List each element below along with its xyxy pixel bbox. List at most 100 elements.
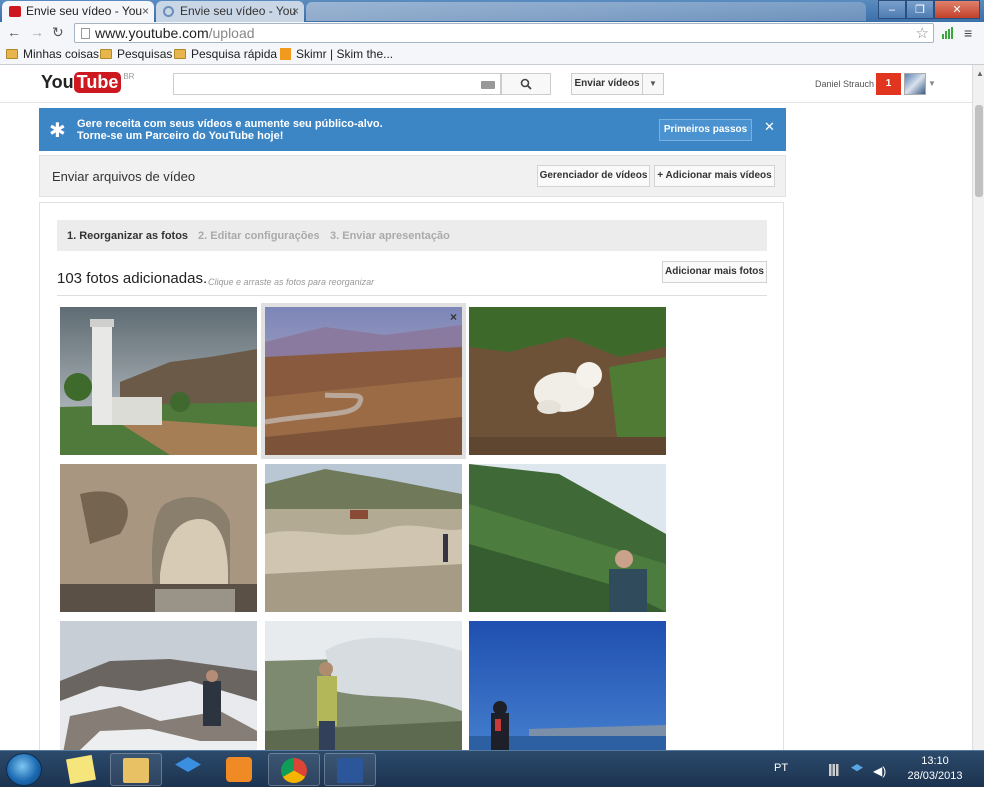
divider xyxy=(57,295,767,296)
media-player-icon xyxy=(226,757,252,782)
logo-you: You xyxy=(41,72,74,92)
url-host: www.youtube.com xyxy=(95,25,209,41)
photo-thumbnail[interactable] xyxy=(469,307,666,455)
step-upload-slideshow[interactable]: 3. Enviar apresentação xyxy=(330,230,450,242)
network-icon[interactable] xyxy=(829,764,841,776)
windows-taskbar: PT ◀) 13:10 28/03/2013 xyxy=(0,750,984,787)
scroll-up-icon[interactable]: ▲ xyxy=(976,69,984,78)
bookmark-minhas-coisas[interactable]: Minhas coisas xyxy=(6,47,99,61)
folder-icon xyxy=(100,49,112,59)
system-clock[interactable]: 13:10 28/03/2013 xyxy=(900,754,970,784)
photo-thumbnail[interactable] xyxy=(60,307,257,455)
account-dropdown-icon[interactable]: ▼ xyxy=(928,79,936,88)
dropbox-icon xyxy=(175,757,201,772)
language-indicator[interactable]: PT xyxy=(774,762,788,774)
tab-upload-active[interactable]: Envie seu vídeo - You × xyxy=(2,1,154,22)
upload-title: Enviar arquivos de vídeo xyxy=(52,169,196,184)
add-more-photos-button[interactable]: Adicionar mais fotos xyxy=(662,261,767,283)
upload-dropdown-icon[interactable]: ▼ xyxy=(642,73,664,95)
browser-titlebar: Envie seu vídeo - You × Envie seu vídeo … xyxy=(0,0,984,22)
youtube-page: You Tube BR Enviar vídeos ▼ Daniel Strauch… xyxy=(0,65,972,750)
bookmark-skimr[interactable]: Skimr | Skim the... xyxy=(280,47,393,61)
photo-rock-tunnel xyxy=(60,464,257,612)
step-reorder[interactable]: 1. Reorganizar as fotos xyxy=(67,230,188,242)
folder-icon xyxy=(123,758,149,783)
avatar[interactable] xyxy=(904,73,926,95)
photo-count: 103 fotos adicionadas. xyxy=(57,270,208,287)
dropbox-tray-icon[interactable] xyxy=(851,764,863,772)
bookmark-pesquisas[interactable]: Pesquisas xyxy=(100,47,172,61)
upload-videos-button[interactable]: Enviar vídeos xyxy=(571,73,643,95)
photo-thumbnail[interactable] xyxy=(265,621,462,750)
bookmark-star-icon[interactable]: ☆ xyxy=(916,24,929,42)
photo-eroded-valley xyxy=(265,464,462,612)
chrome-icon xyxy=(281,758,307,783)
minimize-icon[interactable]: – xyxy=(878,0,906,19)
sticky-notes-icon xyxy=(66,754,96,785)
clock-time: 13:10 xyxy=(921,755,949,767)
folder-icon xyxy=(6,49,18,59)
windows-start-icon[interactable] xyxy=(6,753,42,786)
page-scrollbar[interactable]: ▲ xyxy=(972,65,984,750)
search-icon xyxy=(520,78,532,90)
remove-photo-icon[interactable]: × xyxy=(450,310,457,324)
youtube-header: You Tube BR Enviar vídeos ▼ Daniel Strauch… xyxy=(0,65,972,103)
photo-thumbnail-selected[interactable]: × xyxy=(261,303,466,459)
notification-badge[interactable]: 1 xyxy=(876,73,901,95)
close-icon[interactable]: ✕ xyxy=(764,119,775,135)
photo-thumbnail[interactable] xyxy=(60,621,257,750)
reload-icon[interactable]: ↻ xyxy=(52,24,64,41)
bookmarks-bar: Minhas coisas Pesquisas Pesquisa rápida … xyxy=(0,44,984,65)
photo-thumbnail[interactable] xyxy=(469,621,666,750)
bookmark-label: Minhas coisas xyxy=(23,47,100,61)
photo-lake-sky xyxy=(469,621,666,750)
scrollbar-thumb[interactable] xyxy=(975,105,983,197)
taskbar-chrome[interactable] xyxy=(268,753,320,786)
photo-church-tower xyxy=(60,307,257,455)
volume-icon[interactable]: ◀) xyxy=(873,764,886,778)
clock-date: 28/03/2013 xyxy=(907,770,963,782)
upload-header: Enviar arquivos de vídeo Gerenciador de … xyxy=(39,155,786,197)
partner-promo-banner: ✱ Gere receita com seus vídeos e aumente… xyxy=(39,108,786,151)
video-manager-button[interactable]: Gerenciador de vídeos xyxy=(537,165,650,187)
photo-thumbnail[interactable] xyxy=(60,464,257,612)
url-path: /upload xyxy=(208,25,255,41)
restore-icon[interactable]: ❐ xyxy=(906,0,934,19)
tab-upload-inactive[interactable]: Envie seu vídeo - You × xyxy=(156,1,304,22)
taskbar-sticky-notes[interactable] xyxy=(56,753,108,786)
browser-toolbar: ← → ↻ www.youtube.com/upload ☆ xyxy=(0,22,984,44)
bookmark-pesquisa-rapida[interactable]: Pesquisa rápida xyxy=(174,47,277,61)
tab-close-icon[interactable]: × xyxy=(142,4,149,18)
taskbar-word[interactable] xyxy=(324,753,376,786)
page-icon xyxy=(81,28,90,39)
photo-snowy-mountains xyxy=(60,621,257,750)
taskbar-explorer[interactable] xyxy=(110,753,162,786)
promo-line-1: Gere receita com seus vídeos e aumente s… xyxy=(77,118,383,130)
photo-thumbnail[interactable] xyxy=(469,464,666,612)
skimr-icon xyxy=(280,48,291,60)
tab-close-icon[interactable]: × xyxy=(292,4,299,18)
reorder-hint: Clique e arraste as fotos para reorganiz… xyxy=(208,277,375,287)
get-started-button[interactable]: Primeiros passos xyxy=(659,119,752,141)
back-arrow-icon[interactable]: ← xyxy=(7,24,21,40)
add-more-videos-button[interactable]: + Adicionar mais vídeos xyxy=(654,165,775,187)
youtube-logo[interactable]: You Tube BR xyxy=(41,72,134,96)
bookmark-label: Pesquisas xyxy=(117,47,173,61)
search-input[interactable] xyxy=(173,73,501,95)
search-button[interactable] xyxy=(501,73,551,95)
bookmark-label: Skimr | Skim the... xyxy=(296,47,394,61)
window-close-icon[interactable]: ✕ xyxy=(934,0,980,19)
taskbar-dropbox[interactable] xyxy=(163,753,215,786)
keyboard-icon[interactable] xyxy=(481,81,495,89)
taskbar-media-player[interactable] xyxy=(214,753,266,786)
photo-thumbnail[interactable] xyxy=(265,464,462,612)
signal-bars-icon[interactable] xyxy=(942,27,954,39)
username[interactable]: Daniel Strauch xyxy=(815,79,874,89)
forward-arrow-icon[interactable]: → xyxy=(30,24,44,40)
photo-valley-road xyxy=(265,307,462,455)
browser-menu-icon[interactable]: ≡ xyxy=(964,25,972,41)
step-indicator: 1. Reorganizar as fotos 2. Editar config… xyxy=(57,220,767,251)
address-bar[interactable]: www.youtube.com/upload ☆ xyxy=(74,23,934,43)
step-edit-settings[interactable]: 2. Editar configurações xyxy=(198,230,320,242)
youtube-favicon-icon xyxy=(9,6,21,17)
